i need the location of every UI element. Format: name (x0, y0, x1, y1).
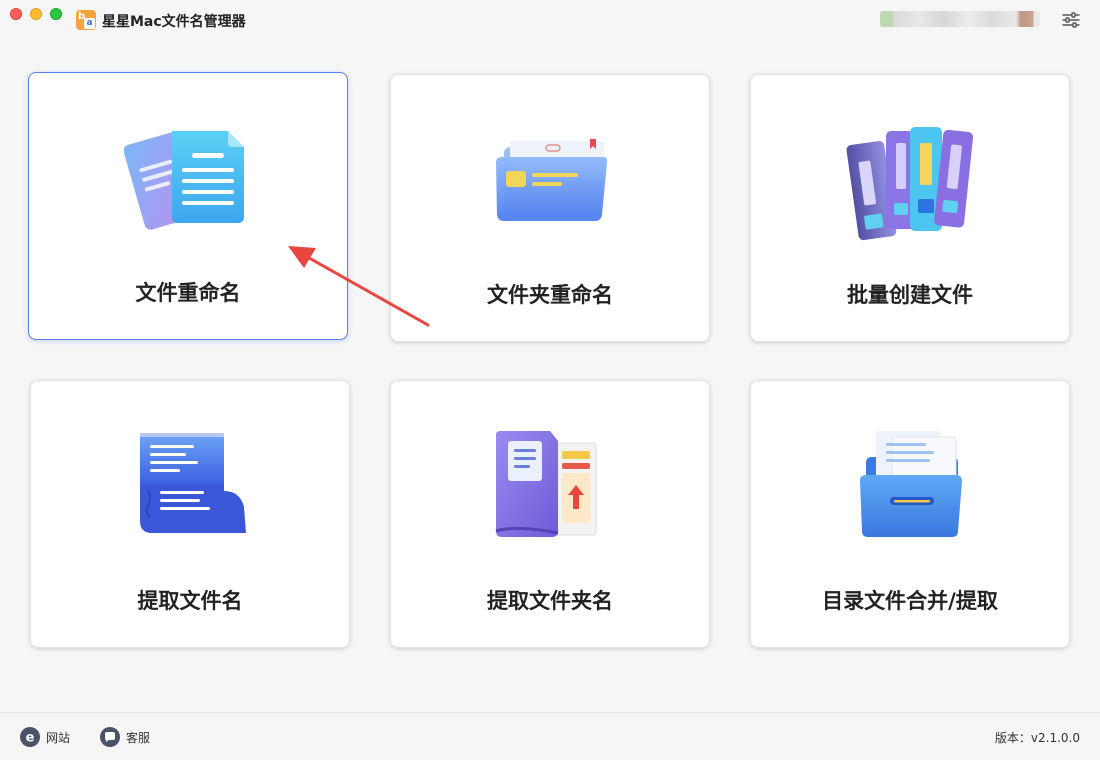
card-label: 提取文件名 (137, 589, 243, 613)
website-label: 网站 (46, 730, 71, 745)
maximize-window-button[interactable] (50, 8, 62, 20)
file-drawer-icon (860, 431, 962, 537)
title-bar: ba 星星Mac文件名管理器 (0, 0, 1100, 40)
sliders-icon[interactable] (1062, 12, 1080, 28)
card-label: 提取文件夹名 (487, 589, 613, 613)
ie-globe-icon: e (20, 727, 40, 747)
footer-bar: e 网站 客服 版本：v2.1.0.0 (0, 712, 1100, 760)
card-batch-create-files[interactable]: 批量创建文件 (750, 74, 1070, 342)
card-extract-filenames[interactable]: 提取文件名 (30, 380, 350, 648)
website-link[interactable]: e 网站 (20, 727, 70, 747)
card-merge-extract-directory[interactable]: 目录文件合并/提取 (750, 380, 1070, 648)
svg-text:e: e (26, 731, 35, 746)
window-controls (10, 8, 62, 20)
support-label: 客服 (126, 730, 151, 745)
version-value: v2.1.0.0 (1030, 731, 1080, 745)
user-account-blurred[interactable] (880, 11, 1040, 27)
app-title: 星星Mac文件名管理器 (102, 14, 246, 30)
annotation-arrow (288, 246, 430, 327)
card-label: 批量创建文件 (847, 283, 973, 307)
documents-icon (124, 130, 244, 230)
book-folder-icon (495, 431, 597, 537)
card-extract-foldernames[interactable]: 提取文件夹名 (390, 380, 710, 648)
support-link[interactable]: 客服 (100, 727, 150, 747)
close-window-button[interactable] (10, 8, 22, 20)
version-info: 版本：v2.1.0.0 (995, 729, 1080, 746)
scroll-list-icon (140, 433, 246, 533)
binders-icon (846, 127, 974, 241)
version-label: 版本： (994, 731, 1031, 745)
folder-icon (496, 139, 608, 221)
app-logo-icon: ba (76, 10, 96, 30)
chat-bubble-icon (100, 727, 120, 747)
minimize-window-button[interactable] (30, 8, 42, 20)
card-label: 目录文件合并/提取 (822, 589, 998, 613)
